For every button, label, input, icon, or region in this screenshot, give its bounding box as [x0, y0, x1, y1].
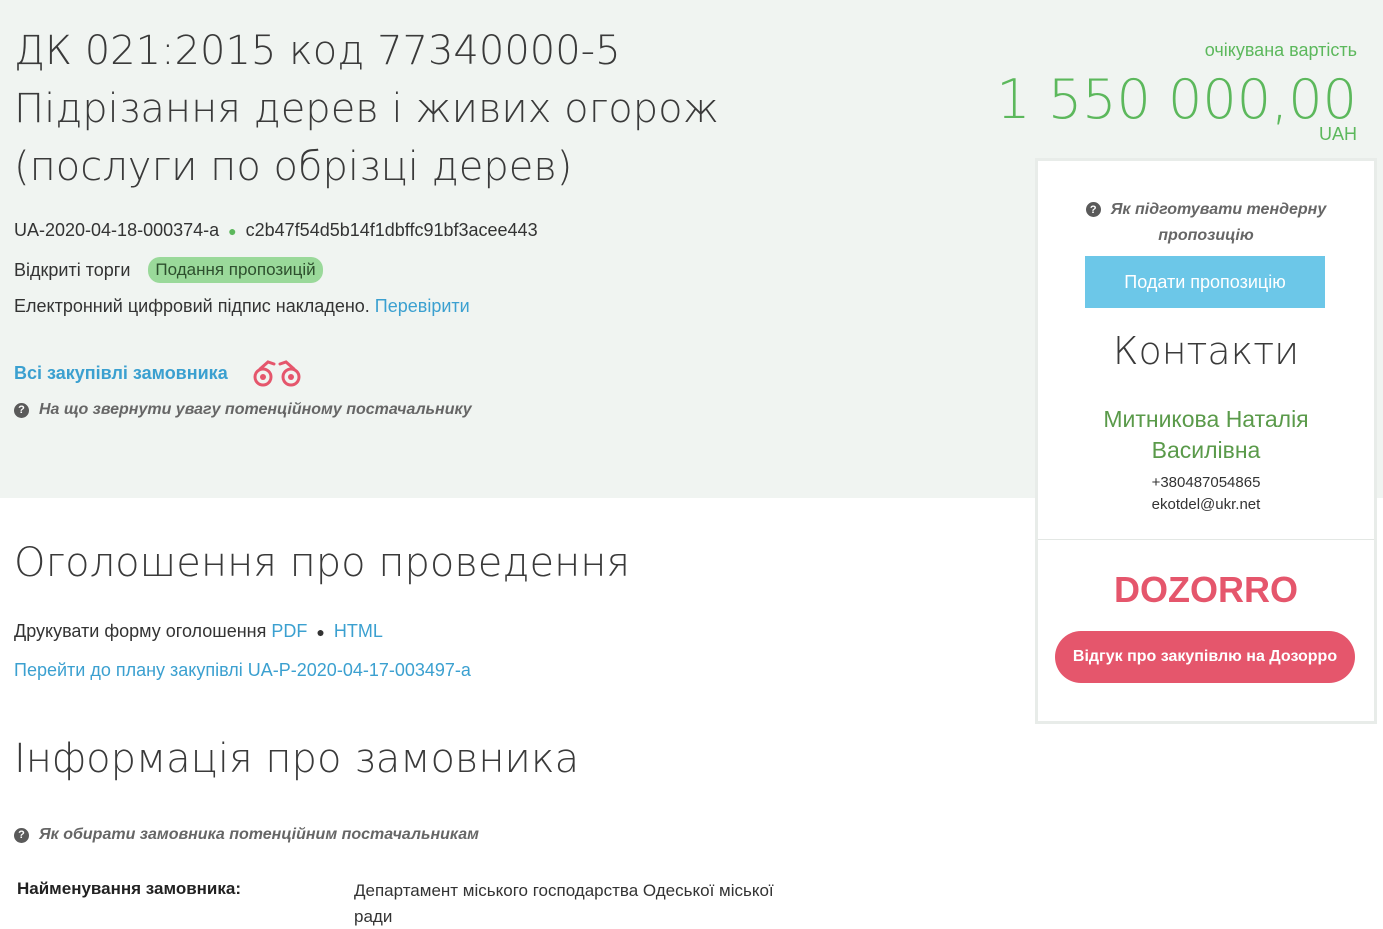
tender-sidebar: ? Як підготувати тендерну пропозицію Пода…: [1035, 158, 1377, 724]
procedure-type: Відкриті торги: [14, 259, 131, 280]
tender-title-code: ДК 021:2015 код 77340000-5: [14, 28, 621, 74]
contact-name: Митникова Наталія Василівна: [1038, 404, 1374, 466]
question-icon: ?: [14, 402, 29, 418]
contact-name-line1: Митникова Наталія: [1103, 406, 1309, 432]
submit-proposal-button[interactable]: Подати пропозицію: [1085, 256, 1325, 308]
expected-value-label: очікувана вартість: [1204, 40, 1357, 60]
tender-hash: c2b47f54d5b14f1dbffc91bf3acee443: [245, 220, 538, 240]
contact-name-line2: Василівна: [1151, 437, 1261, 463]
contacts-title: Контакти: [1112, 329, 1300, 373]
signature-row: Електронний цифровий підпис накладено. П…: [14, 296, 470, 317]
tender-title: ДК 021:2015 код 77340000-5 Підрізання де…: [14, 22, 774, 196]
tender-title-subname: (послуги по обрізці дерев): [14, 144, 573, 190]
dozorro-feedback-button[interactable]: Відгук про закупівлю на Дозорро: [1055, 631, 1355, 683]
customer-name-value: Департамент міського господарства Одеськ…: [354, 881, 774, 926]
procurement-plan-link[interactable]: Перейти до плану закупівлі UA-P-2020-04-…: [14, 660, 471, 681]
status-badge: Подання пропозицій: [148, 257, 323, 283]
dozorro-logo: DOZORRO: [1114, 569, 1298, 610]
contact-email: ekotdel@ukr.net: [1151, 496, 1261, 513]
print-form-row: Друкувати форму оголошення PDF ● HTML: [14, 621, 383, 642]
tender-title-name: Підрізання дерев і живих огорож: [14, 86, 719, 132]
announcement-title: Оголошення про проведення: [14, 540, 631, 586]
signature-text: Електронний цифровий підпис накладено.: [14, 296, 370, 316]
expected-value-currency: UAH: [1318, 124, 1357, 144]
prep-help-text: Як підготувати тендерну пропозицію: [1110, 201, 1327, 244]
binoculars-icon[interactable]: [250, 358, 304, 388]
tender-id: UA-2020-04-18-000374-a: [14, 220, 220, 240]
question-icon: ?: [1085, 202, 1101, 218]
customer-name-label: Найменування замовника:: [17, 879, 242, 898]
prep-help[interactable]: ? Як підготувати тендерну пропозицію: [1038, 197, 1374, 249]
expected-value-amount: 1 550 000,00: [996, 68, 1357, 131]
procedure-row: Відкриті торги Подання пропозицій: [14, 257, 323, 283]
print-separator-dot: ●: [316, 624, 325, 640]
verify-signature-link[interactable]: Перевірити: [375, 296, 470, 316]
contact-phone: +380487054865: [1151, 474, 1261, 491]
attention-help[interactable]: ? На що звернути увагу потенційному пост…: [14, 401, 472, 419]
print-form-label: Друкувати форму оголошення: [14, 621, 267, 641]
dozorro-logo-text: DOZORRO: [1114, 569, 1298, 610]
tender-ids: UA-2020-04-18-000374-a ● c2b47f54d5b14f1…: [14, 220, 538, 241]
attention-help-text: На що звернути увагу потенційному постач…: [39, 401, 472, 418]
customer-title: Інформація про замовника: [14, 736, 580, 782]
print-pdf-link[interactable]: PDF: [271, 621, 307, 641]
all-purchases-link[interactable]: Всі закупівлі замовника: [14, 363, 228, 384]
id-separator-dot: ●: [228, 223, 237, 239]
customer-help[interactable]: ? Як обирати замовника потенційним поста…: [14, 826, 479, 844]
print-html-link[interactable]: HTML: [334, 621, 383, 641]
sidebar-divider: [1038, 539, 1374, 540]
all-purchases-row: Всі закупівлі замовника: [14, 358, 304, 388]
question-icon: ?: [14, 827, 29, 843]
customer-help-text: Як обирати замовника потенційним постача…: [39, 826, 479, 843]
